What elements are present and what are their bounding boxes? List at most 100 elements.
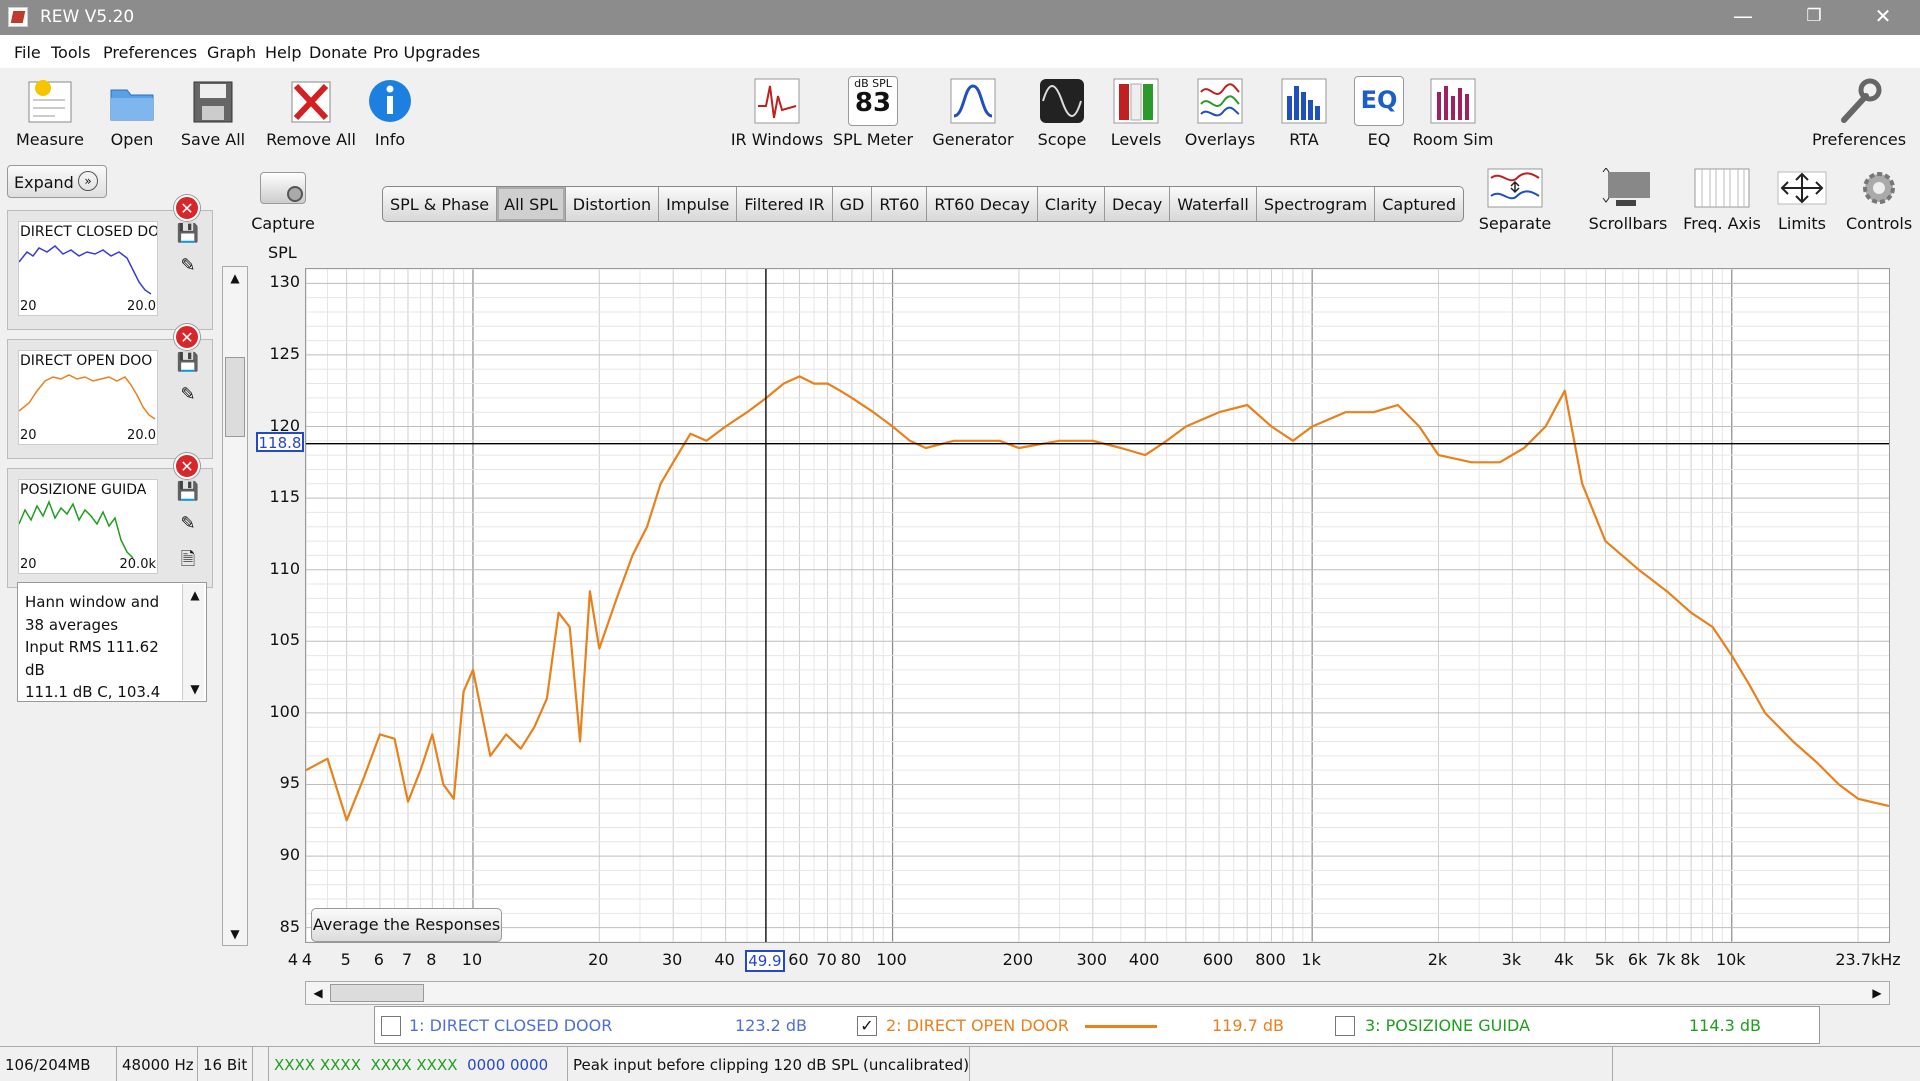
menu-preferences[interactable]: Preferences [103,43,197,62]
menu-donate[interactable]: Donate [309,43,367,62]
graph-horizontal-scrollbar[interactable]: ◀ ▶ [305,981,1890,1005]
gear-icon [1863,172,1895,204]
close-button[interactable]: ✕ [1855,0,1911,35]
room-sim-button[interactable]: Room Sim [1405,68,1501,149]
save-measurement-2-icon[interactable]: 💾 [176,352,200,376]
scrollbars-button[interactable]: Scrollbars [1588,168,1668,233]
legend-checkbox-1[interactable] [381,1016,401,1036]
preferences-button[interactable]: Preferences [1806,68,1912,149]
tab-filtered-ir[interactable]: Filtered IR [737,187,833,221]
measurement-card-3[interactable]: POSIZIONE GUIDA 20 20.0k ✕ 💾 ✎ 🗎 [7,453,213,588]
controls-button[interactable]: Controls [1846,168,1912,233]
minimize-button[interactable]: — [1715,0,1771,35]
controls-label: Controls [1846,214,1913,233]
tab-clarity[interactable]: Clarity [1038,187,1106,221]
scroll-left-icon[interactable]: ◀ [306,982,330,1004]
average-responses-button[interactable]: Average the Responses [311,908,502,942]
notes-page-icon[interactable]: 🗎 [176,547,200,571]
measurement-thumbnail-1[interactable]: DIRECT CLOSED DO 20 20.0 [18,221,158,316]
legend-checkbox-3[interactable] [1335,1016,1355,1036]
tab-distortion[interactable]: Distortion [566,187,660,221]
thumb-max-2: 20.0 [127,428,156,443]
overlays-button[interactable]: Overlays [1172,68,1268,149]
status-memory: 106/204MB [0,1047,117,1081]
tab-spl-phase[interactable]: SPL & Phase [383,187,498,221]
levels-button[interactable]: Levels [1088,68,1184,149]
x-tick-label: 80 [840,950,862,969]
cursor-y-readout: 118.8 [256,431,304,452]
notes-scrollbar[interactable]: ▲ ▼ [182,584,204,700]
preferences-label: Preferences [1811,130,1907,149]
ir-windows-label: IR Windows [730,130,824,149]
vertical-scroll-thumb[interactable] [225,357,245,437]
menu-graph[interactable]: Graph [207,43,256,62]
graph-tabs: SPL & Phase All SPL Distortion Impulse F… [382,186,1465,222]
tab-impulse[interactable]: Impulse [659,187,738,221]
remove-measurement-3-icon[interactable]: ✕ [174,453,200,479]
notes-scroll-up-icon[interactable]: ▲ [183,584,207,606]
legend-checkbox-2[interactable]: ✓ [857,1016,877,1036]
graph-vertical-scrollbar[interactable]: ▲ ▼ [222,266,248,946]
notes-line-2: 38 averages [25,615,119,634]
status-bar: 106/204MB 48000 Hz 16 Bit XXXX XXXX XXXX… [0,1046,1920,1081]
info-label: Info [374,130,406,149]
save-all-button[interactable]: Save All [165,68,261,149]
tab-waterfall[interactable]: Waterfall [1170,187,1257,221]
menu-file[interactable]: File [14,43,41,62]
info-button[interactable]: Info [342,68,438,149]
measurement-thumbnail-2[interactable]: DIRECT OPEN DOO 20 20.0 [18,350,158,445]
menu-tools[interactable]: Tools [51,43,90,62]
freq-axis-button[interactable]: Freq. Axis [1682,168,1762,233]
restore-button[interactable]: ❐ [1786,0,1842,35]
legend-label-1: 1: DIRECT CLOSED DOOR [409,1016,613,1035]
pen-1-icon[interactable]: ✎ [176,255,200,279]
tab-spectrogram[interactable]: Spectrogram [1257,187,1376,221]
tab-rt60-decay[interactable]: RT60 Decay [927,187,1038,221]
notes-line-4: dB [25,660,45,679]
tab-decay[interactable]: Decay [1105,187,1171,221]
remove-measurement-1-icon[interactable]: ✕ [174,195,200,221]
levels-label: Levels [1110,130,1162,149]
folder-icon [110,89,154,121]
remove-measurement-2-icon[interactable]: ✕ [174,324,200,350]
save-measurement-1-icon[interactable]: 💾 [176,223,200,247]
scroll-down-icon[interactable]: ▼ [223,923,247,945]
horizontal-scroll-thumb[interactable] [330,984,424,1002]
separate-button[interactable]: Separate [1478,168,1552,233]
x-tick-label: 2k [1427,950,1448,969]
graph-canvas[interactable] [305,268,1890,943]
measurement-card-1[interactable]: DIRECT CLOSED DO 20 20.0 ✕ 💾 ✎ [7,195,213,330]
x-tick-label: 4k [1554,950,1574,969]
y-tick-label: 130 [269,272,300,292]
pen-3-icon[interactable]: ✎ [176,513,200,537]
tab-captured[interactable]: Captured [1375,187,1463,221]
scroll-up-icon[interactable]: ▲ [223,267,247,289]
expand-button[interactable]: Expand » [7,165,107,198]
save-measurement-3-icon[interactable]: 💾 [176,481,200,505]
x-tick-label: 300 [1076,950,1108,969]
measurement-card-2[interactable]: DIRECT OPEN DOO 20 20.0 ✕ 💾 ✎ [7,324,213,459]
spl-graph[interactable] [305,268,1890,943]
tab-rt60[interactable]: RT60 [872,187,928,221]
legend-label-2: 2: DIRECT OPEN DOOR [886,1016,1069,1035]
tab-gd[interactable]: GD [833,187,873,221]
x-axis-labels: 4 4 5 6 7 8 10 20 30 40 60 70 80 100 200 300 400 600 800 1k… [0,950,1920,976]
ir-windows-button[interactable]: IR Windows [729,68,825,149]
spl-meter-button[interactable]: dB SPL 83 SPL Meter [825,68,921,149]
tab-all-spl[interactable]: All SPL [497,187,566,221]
measurement-thumbnail-3[interactable]: POSIZIONE GUIDA 20 20.0k [18,479,158,574]
x-tick-label: 23.7kHz [1835,950,1901,969]
menu-pro-upgrades[interactable]: Pro Upgrades [373,43,480,62]
thumb-min-2: 20 [20,428,37,443]
limits-button[interactable]: Limits [1772,168,1832,233]
notes-line-5: 111.1 dB C, 103.4 [25,683,161,701]
pen-2-icon[interactable]: ✎ [176,384,200,408]
measure-icon [28,80,72,123]
notes-scroll-down-icon[interactable]: ▼ [183,678,207,700]
scroll-right-icon[interactable]: ▶ [1865,982,1889,1004]
measurement-notes[interactable]: Hann window and 38 averages Input RMS 11… [17,582,207,702]
x-tick-label: 4 [287,950,299,969]
generator-button[interactable]: Generator [925,68,1021,149]
measurement-name-1: DIRECT CLOSED DO [20,224,158,240]
status-bits: 16 Bit [198,1047,253,1081]
